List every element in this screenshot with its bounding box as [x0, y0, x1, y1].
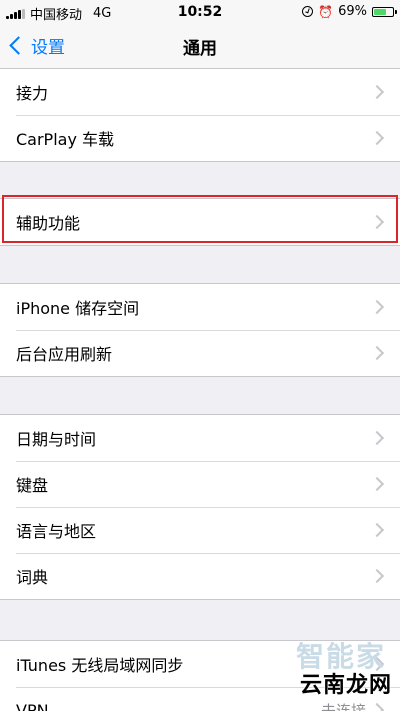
list-item-handoff[interactable]: 接力: [0, 69, 400, 115]
watermark-logo: 智能家 云南龙网: [282, 635, 392, 705]
status-bar: 中国移动 4G 10:52 ⏰ 69%: [0, 0, 400, 24]
settings-group: 辅助功能: [0, 198, 400, 246]
chevron-right-icon: [369, 522, 385, 538]
orientation-lock-icon: [302, 6, 314, 17]
battery-icon: [372, 6, 397, 17]
battery-level: [374, 8, 387, 15]
page-title: 通用: [183, 39, 217, 59]
list-item-label: CarPlay 车载: [16, 130, 115, 149]
settings-group: 日期与时间 键盘 语言与地区 词典: [0, 414, 400, 600]
status-right: ⏰ 69%: [302, 4, 397, 19]
list-item-label: 词典: [16, 568, 49, 587]
list-item-background-refresh[interactable]: 后台应用刷新: [0, 330, 400, 376]
chevron-right-icon: [369, 299, 385, 315]
list-item-date-time[interactable]: 日期与时间: [0, 415, 400, 461]
list-item-label: 接力: [16, 84, 49, 103]
settings-group: 接力 CarPlay 车载: [0, 68, 400, 162]
chevron-right-icon: [369, 214, 385, 230]
list-item-label: 语言与地区: [16, 522, 97, 541]
list-item-label: iTunes 无线局域网同步: [16, 656, 184, 675]
alarm-icon: ⏰: [318, 4, 334, 19]
list-item-iphone-storage[interactable]: iPhone 储存空间: [0, 284, 400, 330]
chevron-right-icon: [369, 476, 385, 492]
list-item-label: 后台应用刷新: [16, 345, 113, 364]
list-item-label: 辅助功能: [16, 214, 81, 233]
list-item-keyboard[interactable]: 键盘: [0, 461, 400, 507]
battery-percent: 69%: [338, 4, 367, 19]
settings-group: iPhone 储存空间 后台应用刷新: [0, 283, 400, 377]
watermark-text-bottom: 云南龙网: [299, 673, 392, 698]
chevron-right-icon: [369, 345, 385, 361]
list-item-carplay[interactable]: CarPlay 车载: [0, 115, 400, 161]
list-item-language-region[interactable]: 语言与地区: [0, 507, 400, 553]
chevron-right-icon: [369, 430, 385, 446]
chevron-right-icon: [369, 130, 385, 146]
settings-screen: 中国移动 4G 10:52 ⏰ 69% 设置 通用 接力 CarPlay 车载: [0, 0, 400, 711]
list-item-dictionary[interactable]: 词典: [0, 553, 400, 599]
chevron-right-icon: [369, 84, 385, 100]
navigation-bar: 设置 通用: [0, 24, 400, 69]
chevron-right-icon: [369, 568, 385, 584]
list-item-label: VPN: [16, 700, 49, 711]
list-item-accessibility[interactable]: 辅助功能: [0, 199, 400, 245]
list-item-label: iPhone 储存空间: [16, 299, 140, 318]
list-item-label: 键盘: [16, 476, 49, 495]
list-item-label: 日期与时间: [16, 430, 97, 449]
